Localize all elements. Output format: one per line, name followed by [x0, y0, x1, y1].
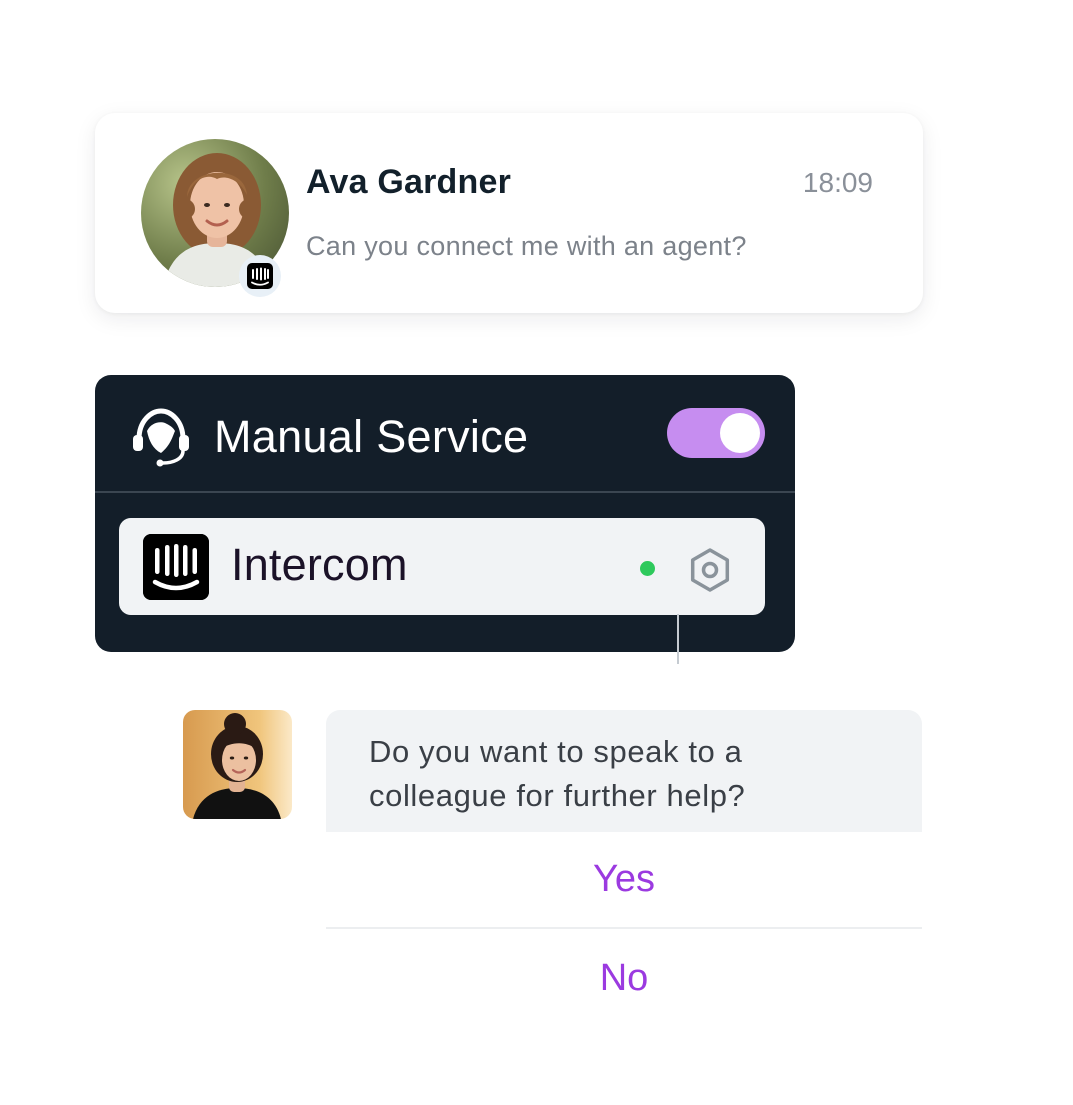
- message-time: 18:09: [802, 167, 873, 198]
- answer-divider: [326, 927, 922, 929]
- intercom-badge-icon: [239, 255, 281, 297]
- connector-line: [677, 614, 679, 664]
- hexagon-settings-icon[interactable]: [687, 547, 733, 593]
- intercom-icon: [143, 534, 209, 600]
- prompt-bubble: Do you want to speak to a colleague for …: [326, 710, 922, 832]
- yes-button[interactable]: Yes: [326, 831, 922, 927]
- manual-service-toggle[interactable]: [667, 408, 765, 458]
- prompt-question: Do you want to speak to a colleague for …: [369, 734, 746, 813]
- message-preview: Can you connect me with an agent?: [306, 231, 747, 261]
- contact-name: Ava Gardner: [306, 163, 512, 201]
- no-button[interactable]: No: [326, 930, 922, 1026]
- online-status-dot: [640, 561, 655, 576]
- manual-service-header: Manual Service: [95, 375, 795, 492]
- panel-divider: [95, 491, 795, 493]
- manual-service-panel: Manual Service Intercom: [95, 375, 795, 652]
- provider-row-intercom[interactable]: Intercom: [119, 518, 765, 615]
- headset-icon: [133, 408, 189, 467]
- toggle-knob: [720, 413, 760, 453]
- manual-service-title: Manual Service: [214, 411, 529, 462]
- conversation-card[interactable]: Ava Gardner 18:09 Can you connect me wit…: [95, 113, 923, 313]
- provider-name: Intercom: [231, 539, 408, 590]
- agent-avatar: [183, 710, 292, 819]
